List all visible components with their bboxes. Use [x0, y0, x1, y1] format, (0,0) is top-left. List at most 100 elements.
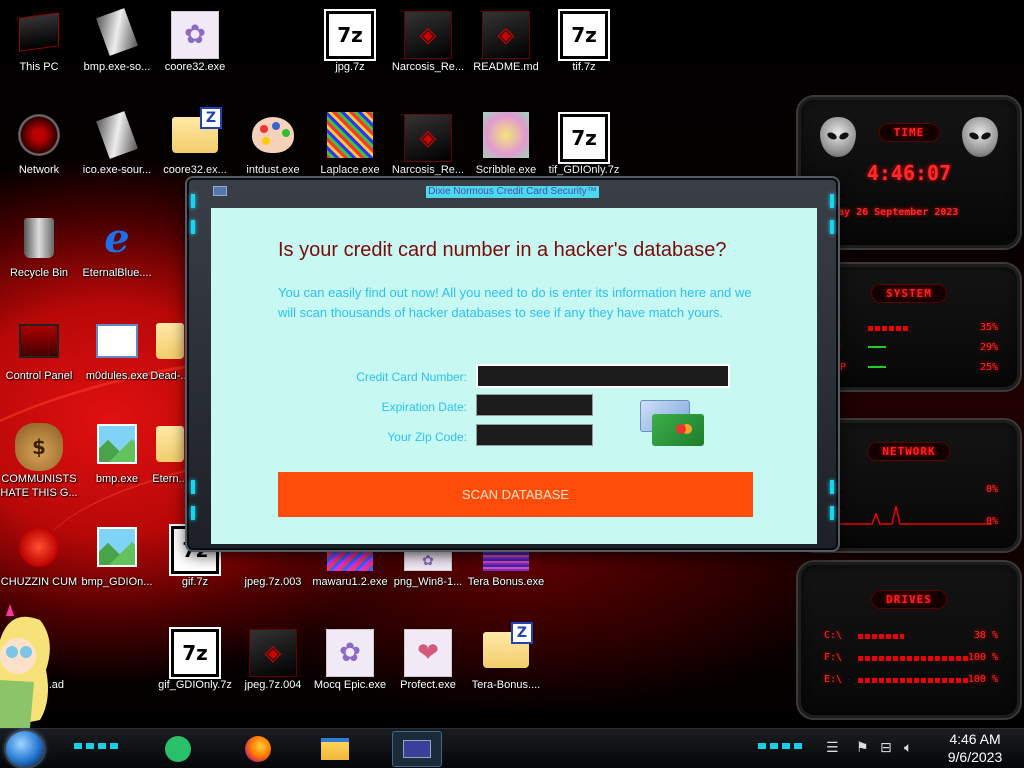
page-heading: Is your credit card number in a hacker's…: [278, 239, 727, 261]
desktop-icon-this-pc[interactable]: This PC: [0, 2, 78, 102]
desktop-icon-network[interactable]: Network: [0, 105, 78, 205]
card-number-label: Credit Card Number:: [356, 370, 467, 384]
image-file-icon: [93, 420, 141, 468]
zip-code-input[interactable]: [476, 424, 593, 446]
start-button[interactable]: [6, 731, 44, 767]
cartoon-character-image: [0, 604, 50, 728]
7z-archive-icon: 7z: [169, 626, 221, 679]
desktop-icon-recycle-bin[interactable]: Recycle Bin: [0, 208, 78, 308]
alien-icon: ◈: [404, 8, 452, 59]
taskbar: ☰ ⚑ ⊟ 🔈︎: [0, 728, 1024, 768]
desktop-icon-bmp-gdionly[interactable]: bmp_GDIOn...: [78, 517, 156, 617]
swirl-image-icon: [482, 111, 530, 159]
zip-folder-icon: Z: [482, 622, 533, 674]
taskbar-chat-app[interactable]: [158, 731, 198, 767]
anime-character-icon: ✿: [171, 8, 219, 59]
chat-icon: [165, 736, 191, 762]
drives-gadget: DRIVES C:\ 38 % F:\ 100 % E:\ 100 %: [796, 560, 1022, 720]
control-panel-icon: [15, 317, 63, 365]
desktop-icon-narcosis-1[interactable]: ◈ Narcosis_Re...: [389, 2, 467, 102]
internet-explorer-icon: e: [104, 214, 130, 262]
noise-image-icon: [326, 111, 374, 159]
alien-icon: ◈: [249, 626, 297, 677]
network-icon: [15, 111, 63, 159]
window-titlebar[interactable]: Dixie Normous Credit Card Security™: [189, 180, 836, 204]
frame-light: [191, 194, 195, 208]
chuzzle-icon: [15, 523, 63, 571]
scan-database-button[interactable]: SCAN DATABASE: [278, 472, 753, 517]
frame-light: [191, 480, 195, 494]
intro-text: You can easily find out now! All you nee…: [278, 285, 752, 320]
recycle-bin-icon: [15, 214, 63, 262]
desktop-icon-bmp-exe[interactable]: bmp.exe: [78, 414, 156, 514]
zip-code-label: Your Zip Code:: [387, 430, 467, 444]
drive-c-bar: [858, 634, 904, 639]
folder-icon: [321, 738, 349, 760]
firefox-icon: [245, 736, 271, 762]
ram-bar: [868, 346, 886, 348]
expiration-date-input[interactable]: [476, 394, 593, 416]
frame-light: [830, 480, 834, 494]
taskbar-decoration: [74, 743, 118, 749]
hatchet-icon: [93, 8, 141, 56]
desktop-icon-jpg-7z[interactable]: 7z jpg.7z: [311, 2, 389, 102]
desktop-icon-control-panel[interactable]: Control Panel: [0, 311, 78, 411]
gadget-date: sday 26 September 2023: [826, 207, 959, 218]
taskbar-clock-time[interactable]: 4:46 AM: [940, 731, 1010, 747]
zip-folder-icon: Z: [171, 107, 222, 159]
taskbar-file-explorer[interactable]: [315, 731, 355, 767]
desktop-icon-readme[interactable]: ◈ README.md: [467, 2, 545, 102]
taskbar-credit-card-app[interactable]: [392, 731, 442, 767]
desktop-icon-coore32[interactable]: ✿ coore32.exe: [156, 2, 234, 102]
desktop-icon-etern[interactable]: Etern...: [150, 414, 190, 514]
desktop-icon-dead[interactable]: Dead-...: [150, 311, 190, 411]
computer-icon: [15, 8, 63, 56]
window-content: Is your credit card number in a hacker's…: [211, 208, 817, 544]
taskbar-decoration: [758, 743, 802, 749]
window-app-icon: [93, 317, 141, 365]
cpu-bar: [868, 326, 908, 331]
desktop-icon-tif-7z[interactable]: 7z tif.7z: [545, 2, 623, 102]
desktop-icon-eternalblue[interactable]: e EternalBlue....: [78, 208, 156, 308]
taskbar-firefox[interactable]: [238, 731, 278, 767]
7z-archive-icon: 7z: [324, 8, 376, 61]
alien-head-icon: [820, 117, 856, 157]
alien-icon: ◈: [482, 8, 530, 59]
anime-character-icon: ✿: [326, 626, 374, 677]
7z-archive-icon: 7z: [558, 8, 610, 61]
alien-head-icon: [962, 117, 998, 157]
network-tray-icon[interactable]: ⊟: [880, 739, 892, 756]
network-activity-graph: [832, 505, 992, 525]
desktop-icon-profect[interactable]: ❤ Profect.exe: [389, 620, 467, 720]
frame-light: [830, 194, 834, 208]
desktop-icon-ico-exe-source[interactable]: ico.exe-sour...: [78, 105, 156, 205]
show-desktop-lines-icon[interactable]: ☰: [826, 739, 839, 756]
credit-card-number-input[interactable]: [476, 364, 730, 388]
paint-palette-icon: [249, 111, 297, 159]
desktop-icon-communists[interactable]: $ COMMUNISTS HATE THIS G...: [0, 414, 78, 514]
money-bag-icon: $: [15, 420, 63, 471]
alien-icon: ◈: [404, 111, 452, 162]
drive-e-bar: [858, 678, 968, 683]
frame-light: [191, 220, 195, 234]
credit-card-icon: [403, 740, 431, 758]
desktop-icon-m0dules[interactable]: m0dules.exe: [78, 311, 156, 411]
anime-character-icon: ❤: [404, 626, 452, 677]
action-center-flag-icon[interactable]: ⚑: [856, 739, 869, 756]
hatchet-icon: [93, 111, 141, 159]
drive-f-bar: [858, 656, 968, 661]
frame-light: [830, 506, 834, 520]
frame-light: [191, 506, 195, 520]
credit-card-security-window: Dixie Normous Credit Card Security™ Is y…: [187, 178, 838, 550]
volume-icon[interactable]: 🔈︎: [904, 739, 912, 756]
image-file-icon: [93, 523, 141, 571]
desktop-icon-gif-gdionly-7z[interactable]: 7z gif_GDIOnly.7z: [156, 620, 234, 720]
desktop-icon-jpeg-7z-004[interactable]: ◈ jpeg.7z.004: [234, 620, 312, 720]
desktop-icon-mocq-epic[interactable]: ✿ Mocq Epic.exe: [311, 620, 389, 720]
desktop-icon-bmp-exe-source[interactable]: bmp.exe-so...: [78, 2, 156, 102]
credit-cards-icon: [640, 400, 710, 448]
frame-light: [830, 220, 834, 234]
7z-archive-icon: 7z: [558, 111, 610, 164]
taskbar-clock-date[interactable]: 9/6/2023: [940, 749, 1010, 765]
desktop-icon-tera-bonus-zip[interactable]: Z Tera-Bonus....: [467, 620, 545, 720]
